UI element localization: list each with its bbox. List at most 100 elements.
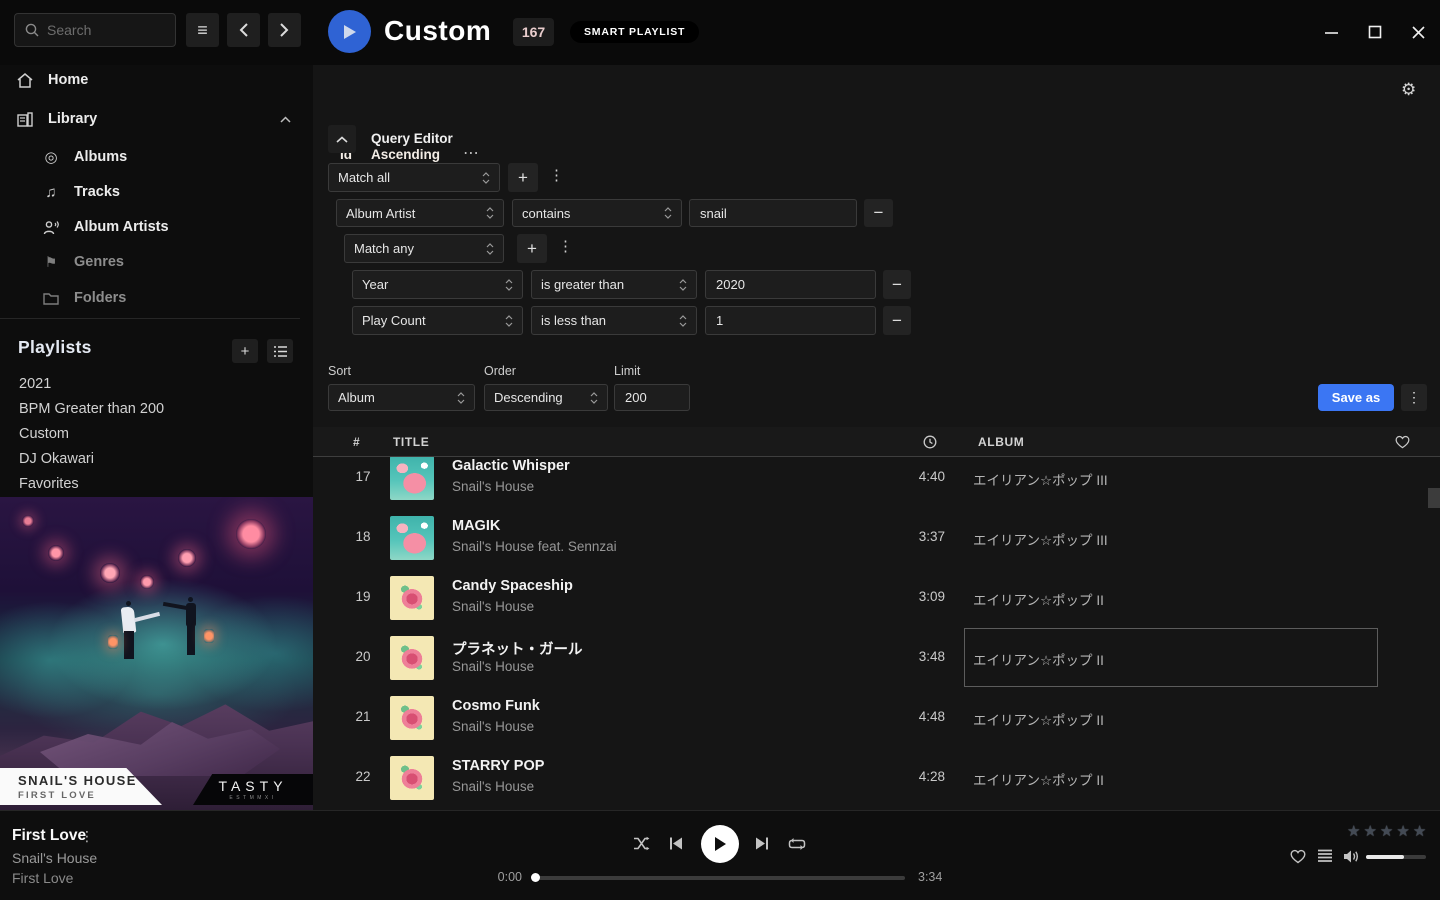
playlist-item[interactable]: DJ Okawari bbox=[0, 447, 300, 471]
playlist-item[interactable]: Custom bbox=[0, 422, 300, 446]
remove-rule-button[interactable]: − bbox=[864, 199, 893, 227]
back-button[interactable] bbox=[227, 13, 260, 47]
column-number[interactable]: # bbox=[353, 435, 360, 449]
remove-rule-button[interactable]: − bbox=[883, 270, 911, 299]
sort-select[interactable]: Album bbox=[328, 384, 475, 411]
star-icon[interactable]: ★ bbox=[1396, 822, 1409, 840]
menu-button[interactable]: ≡ bbox=[186, 13, 219, 47]
sidebar-item-home[interactable]: Home bbox=[0, 66, 313, 94]
track-row[interactable]: 20 プラネット・ガール Snail's House 3:48 エイリアン☆ポッ… bbox=[313, 628, 1440, 688]
tracklist: 17 Galactic Whisper Snail's House 4:40 エ… bbox=[313, 457, 1440, 810]
playlist-item[interactable]: Favorites bbox=[0, 472, 300, 496]
rule-field-select[interactable]: Album Artist bbox=[336, 199, 504, 227]
track-row[interactable]: 19 Candy Spaceship Snail's House 3:09 エイ… bbox=[313, 568, 1440, 628]
rule-field-select[interactable]: Play Count bbox=[352, 306, 523, 335]
play-playlist-button[interactable] bbox=[328, 10, 371, 53]
rule-operator-select[interactable]: is less than bbox=[531, 306, 697, 335]
now-playing-artist: Snail's House bbox=[12, 850, 97, 866]
rule-value-input[interactable] bbox=[689, 199, 857, 227]
shuffle-button[interactable] bbox=[633, 836, 650, 851]
star-icon[interactable]: ★ bbox=[1380, 822, 1393, 840]
track-number: 18 bbox=[343, 529, 383, 544]
query-editor-collapse-button[interactable] bbox=[328, 125, 356, 153]
star-icon[interactable]: ★ bbox=[1347, 822, 1360, 840]
playlist-list-button[interactable] bbox=[267, 339, 293, 363]
track-title: Candy Spaceship bbox=[452, 578, 573, 594]
sidebar-item-folders[interactable]: Folders bbox=[0, 284, 313, 312]
track-row[interactable]: 17 Galactic Whisper Snail's House 4:40 エ… bbox=[313, 457, 1440, 508]
clock-icon[interactable] bbox=[923, 435, 937, 449]
maximize-button[interactable] bbox=[1366, 23, 1384, 41]
rating-stars[interactable]: ★ ★ ★ ★ ★ bbox=[1347, 822, 1426, 840]
titlebar: ≡ Custom 167 SMART PLAYLIST bbox=[0, 0, 1440, 65]
minimize-icon bbox=[1324, 25, 1339, 40]
scrollbar-thumb[interactable] bbox=[1428, 488, 1440, 508]
add-playlist-button[interactable]: + bbox=[232, 339, 258, 363]
figure-silhouette bbox=[134, 612, 160, 622]
query-menu-button[interactable]: ⋮ bbox=[1401, 384, 1427, 411]
match-group-select[interactable]: Match any bbox=[344, 234, 504, 263]
remove-rule-button[interactable]: − bbox=[883, 306, 911, 335]
rule-value-input[interactable] bbox=[705, 306, 876, 335]
select-value: Descending bbox=[494, 390, 563, 405]
repeat-button[interactable] bbox=[788, 837, 806, 851]
sidebar-item-genres[interactable]: ⚑ Genres bbox=[0, 248, 313, 276]
playlist-item[interactable]: 2021 bbox=[0, 372, 300, 396]
gear-icon[interactable]: ⚙ bbox=[1401, 80, 1416, 100]
sidebar-item-tracks[interactable]: ♫ Tracks bbox=[0, 178, 313, 206]
more-options-icon[interactable]: ⋯ bbox=[463, 143, 480, 163]
track-artist: Snail's House bbox=[452, 659, 534, 674]
track-row[interactable]: 22 STARRY POP Snail's House 4:28 エイリアン☆ポ… bbox=[313, 748, 1440, 808]
album-cell-focus-outline[interactable] bbox=[964, 628, 1378, 687]
kebab-icon: ⋮ bbox=[1407, 389, 1421, 406]
play-pause-button[interactable] bbox=[701, 825, 739, 863]
track-row[interactable]: 21 Cosmo Funk Snail's House 4:48 エイリアン☆ポ… bbox=[313, 688, 1440, 748]
volume-button[interactable] bbox=[1343, 849, 1360, 864]
minimize-button[interactable] bbox=[1322, 23, 1340, 41]
order-select[interactable]: Descending bbox=[484, 384, 608, 411]
search-box[interactable] bbox=[14, 13, 176, 47]
playlist-item[interactable]: BPM Greater than 200 bbox=[0, 397, 300, 421]
tracks-icon: ♫ bbox=[42, 184, 60, 201]
kebab-icon[interactable]: ⋮ bbox=[80, 828, 94, 845]
album-artists-icon bbox=[42, 220, 60, 235]
rule-field-select[interactable]: Year bbox=[352, 270, 523, 299]
rule-value-input[interactable] bbox=[705, 270, 876, 299]
previous-button[interactable] bbox=[669, 837, 683, 850]
column-title[interactable]: TITLE bbox=[393, 435, 429, 449]
save-as-button[interactable]: Save as bbox=[1318, 384, 1394, 411]
star-icon[interactable]: ★ bbox=[1413, 822, 1426, 840]
sort-direction-button[interactable]: Ascending bbox=[371, 147, 440, 162]
star-icon[interactable]: ★ bbox=[1363, 822, 1376, 840]
sidebar-item-library[interactable]: Library bbox=[0, 105, 313, 133]
forward-button[interactable] bbox=[268, 13, 301, 47]
volume-slider[interactable] bbox=[1366, 855, 1426, 859]
rule-operator-select[interactable]: is greater than bbox=[531, 270, 697, 299]
next-button[interactable] bbox=[755, 837, 769, 850]
favorite-button[interactable] bbox=[1290, 849, 1306, 864]
seek-thumb[interactable] bbox=[531, 873, 540, 882]
heart-column-icon[interactable] bbox=[1395, 435, 1410, 449]
add-rule-button[interactable]: + bbox=[508, 163, 538, 192]
limit-input[interactable] bbox=[614, 384, 690, 411]
rule-operator-select[interactable]: contains bbox=[512, 199, 682, 227]
sidebar-item-albums[interactable]: ◎ Albums bbox=[0, 143, 313, 171]
group-menu-button[interactable]: ⋮ bbox=[549, 166, 564, 184]
column-album[interactable]: ALBUM bbox=[978, 435, 1024, 449]
add-rule-button[interactable]: + bbox=[517, 234, 547, 263]
track-row[interactable]: 18 MAGIK Snail's House feat. Sennzai 3:3… bbox=[313, 508, 1440, 568]
seek-bar[interactable] bbox=[535, 876, 905, 880]
match-group-select[interactable]: Match all bbox=[328, 163, 500, 192]
album-art-label-banner: TASTY ESTMMXI bbox=[193, 774, 313, 805]
group-menu-button[interactable]: ⋮ bbox=[558, 237, 573, 255]
queue-button[interactable] bbox=[1317, 849, 1333, 863]
track-album: エイリアン☆ポップ II bbox=[973, 709, 1104, 729]
search-input[interactable] bbox=[47, 22, 165, 38]
figure-silhouette bbox=[124, 631, 134, 659]
track-title: Galactic Whisper bbox=[452, 458, 570, 474]
total-time: 3:34 bbox=[918, 870, 942, 884]
chevron-up-icon[interactable] bbox=[280, 116, 291, 123]
sidebar-item-album-artists[interactable]: Album Artists bbox=[0, 213, 313, 241]
close-button[interactable] bbox=[1409, 23, 1427, 41]
volume-slider-fill bbox=[1366, 855, 1404, 859]
